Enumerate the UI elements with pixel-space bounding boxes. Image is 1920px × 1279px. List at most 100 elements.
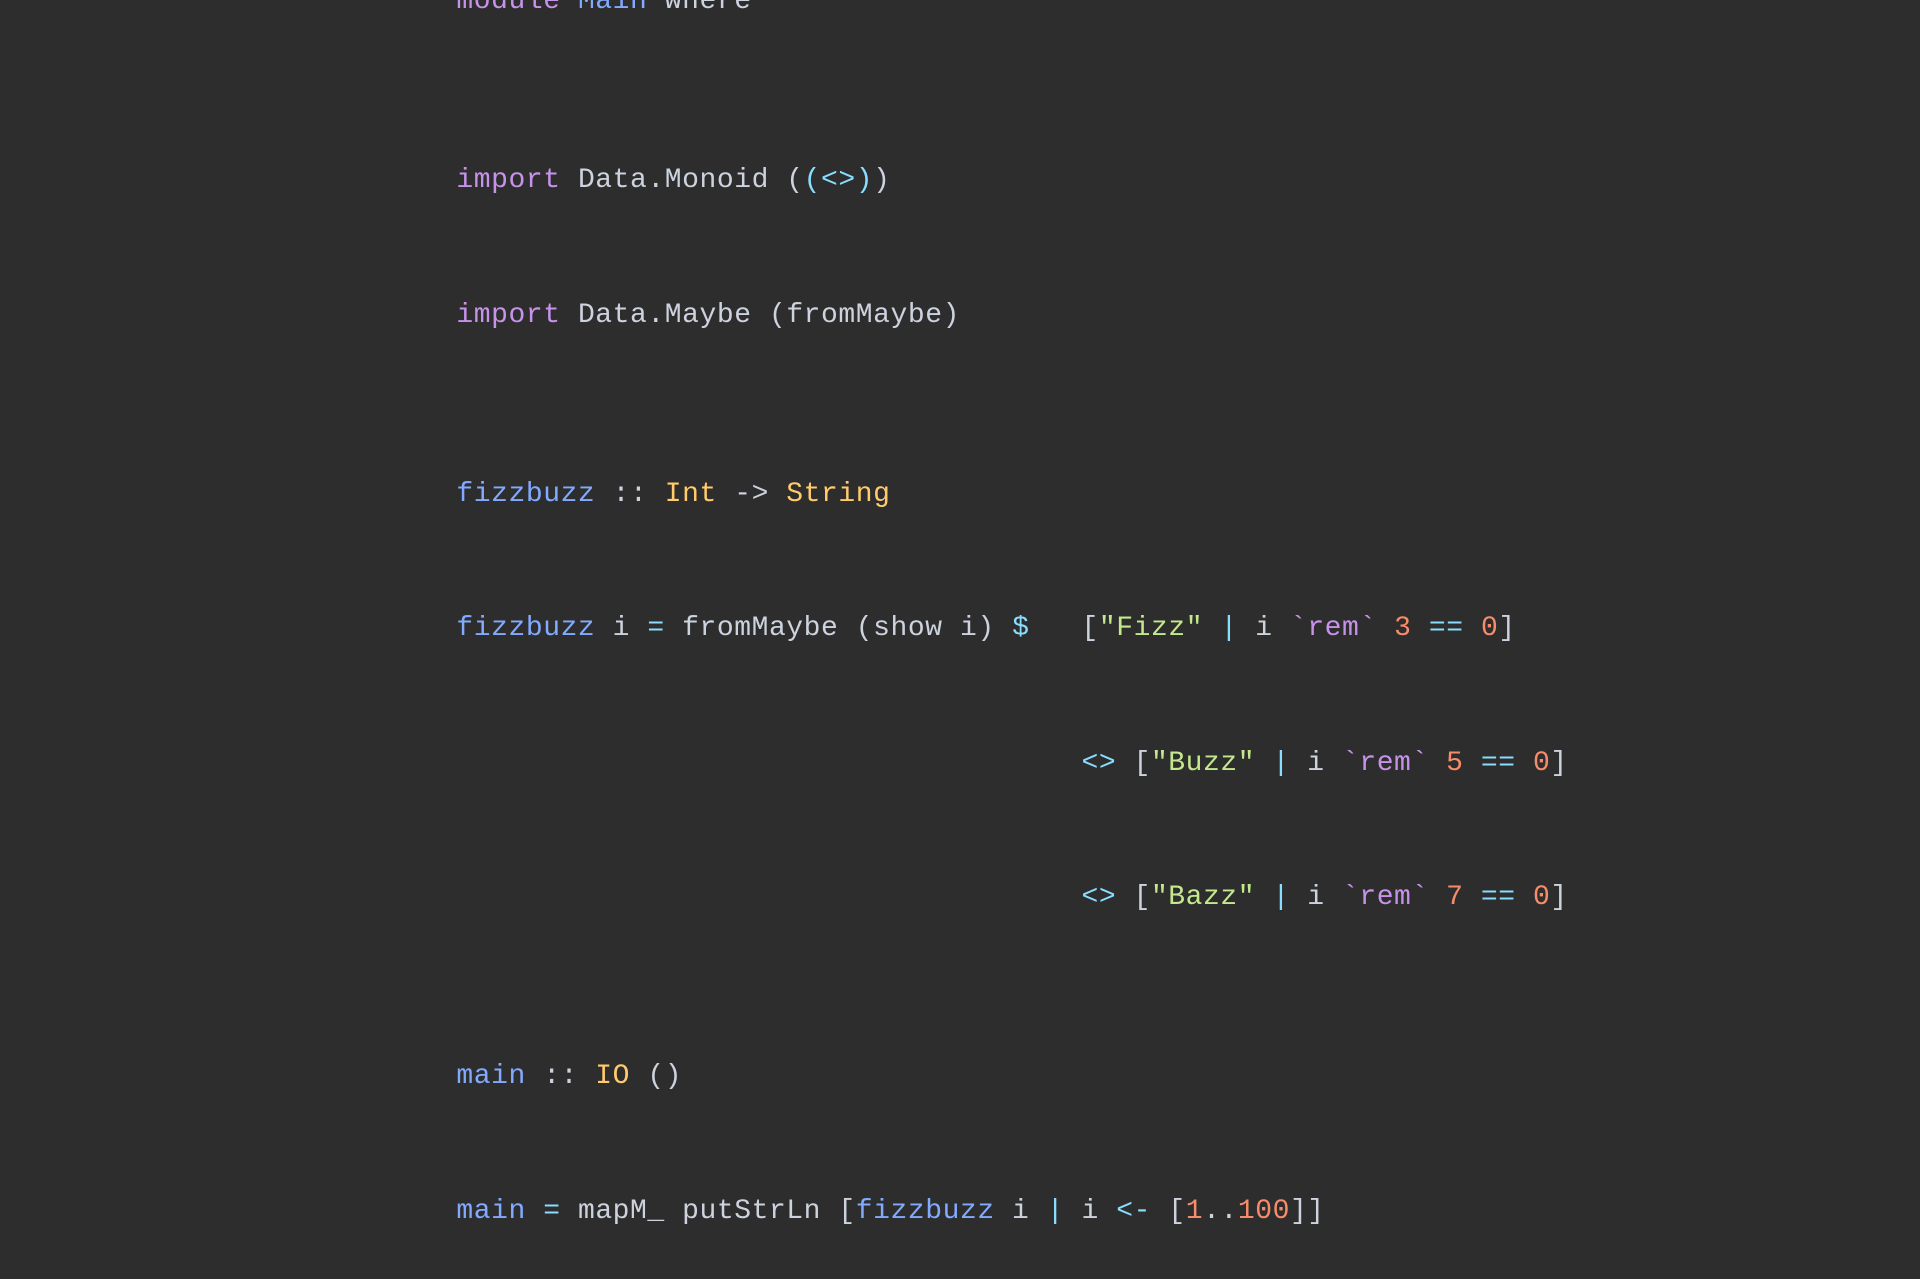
- def3-mappend: <>: [1081, 882, 1116, 913]
- def1-space7: [1464, 613, 1481, 644]
- def2-num0b: 0: [1533, 748, 1550, 779]
- import-paren-4: ): [943, 300, 960, 331]
- mdef-bracket1: [: [838, 1196, 855, 1227]
- sig-arrow: ->: [717, 479, 786, 510]
- def1-bracket2: ]: [1498, 613, 1515, 644]
- mdef-fizzbuzz: fizzbuzz: [856, 1196, 995, 1227]
- sig-funcname: fizzbuzz: [456, 479, 595, 510]
- where-text: where: [647, 0, 751, 17]
- def1-arg: i: [595, 613, 647, 644]
- def1-frommaybetext: fromMaybe: [665, 613, 856, 644]
- line-import1: import Data.Monoid ((<>)): [352, 114, 1568, 248]
- def2-num5: 5: [1446, 748, 1463, 779]
- def2-space4: [1429, 748, 1446, 779]
- def3-eqeq: ==: [1481, 882, 1516, 913]
- line-def3: <> ["Bazz" | i `rem` 7 == 0]: [352, 831, 1568, 965]
- line-def1: fizzbuzz i = fromMaybe (show i) $ ["Fizz…: [352, 562, 1568, 696]
- def2-space6: [1516, 748, 1533, 779]
- def1-eqeq: ==: [1429, 613, 1464, 644]
- mdef-space3: [1151, 1196, 1168, 1227]
- def1-space3: [1203, 613, 1220, 644]
- def2-bracket2: ]: [1550, 748, 1567, 779]
- empty-line-1: [352, 70, 1568, 115]
- code-block: {-# LANGUAGE MonadComprehensions #-} mod…: [352, 0, 1568, 1279]
- module-keyword: module: [456, 0, 578, 17]
- line-import2: import Data.Maybe (fromMaybe): [352, 249, 1568, 383]
- line-module: module Main where: [352, 0, 1568, 70]
- sig-type-int: Int: [665, 479, 717, 510]
- def3-num7: 7: [1446, 882, 1463, 913]
- import-keyword-1: import: [456, 165, 578, 196]
- def1-funcname: fizzbuzz: [456, 613, 595, 644]
- def1-rem: `rem`: [1290, 613, 1377, 644]
- mdef-i1: i: [995, 1196, 1047, 1227]
- import-keyword-2: import: [456, 300, 578, 331]
- def3-num0c: 0: [1533, 882, 1550, 913]
- def1-num3: 3: [1394, 613, 1411, 644]
- line-def2: <> ["Buzz" | i `rem` 5 == 0]: [352, 697, 1568, 831]
- def1-space1: [995, 613, 1012, 644]
- mdef-larrow: <-: [1116, 1196, 1151, 1227]
- def2-space5: [1464, 748, 1481, 779]
- def3-space4: [1429, 882, 1446, 913]
- def2-space3: i: [1290, 748, 1342, 779]
- msig-funcname: main: [456, 1061, 525, 1092]
- def1-dollar: $: [1012, 613, 1029, 644]
- def2-rem: `rem`: [1342, 748, 1429, 779]
- mdef-num100: 100: [1238, 1196, 1290, 1227]
- mdef-funcname: main: [456, 1196, 525, 1227]
- def3-indent: [456, 882, 1081, 913]
- mdef-pipe: |: [1047, 1196, 1064, 1227]
- def3-space6: [1516, 882, 1533, 913]
- def2-buzz: "Buzz": [1151, 748, 1255, 779]
- def2-mappend: <>: [1081, 748, 1116, 779]
- def3-bazz: "Bazz": [1151, 882, 1255, 913]
- import-paren-1: (: [786, 165, 803, 196]
- msig-colons: ::: [526, 1061, 595, 1092]
- mdef-eq: =: [543, 1196, 560, 1227]
- def1-paren1: (: [856, 613, 873, 644]
- def2-bracket1: [: [1134, 748, 1151, 779]
- def1-space6: [1412, 613, 1429, 644]
- def2-space1: [1116, 748, 1133, 779]
- mdef-num1: 1: [1186, 1196, 1203, 1227]
- def2-space2: [1255, 748, 1272, 779]
- def3-bracket2: ]: [1550, 882, 1567, 913]
- def2-eqeq: ==: [1481, 748, 1516, 779]
- def3-pipe: |: [1273, 882, 1290, 913]
- def1-pipe: |: [1220, 613, 1237, 644]
- sig-type-string: String: [786, 479, 890, 510]
- def3-rem: `rem`: [1342, 882, 1429, 913]
- import-module-2: Data.Maybe: [578, 300, 769, 331]
- mdef-bracket2: [: [1168, 1196, 1185, 1227]
- def3-space5: [1464, 882, 1481, 913]
- def1-bracket1: [: [1082, 613, 1099, 644]
- line-sig: fizzbuzz :: Int -> String: [352, 428, 1568, 562]
- def3-space1: [1116, 882, 1133, 913]
- msig-unit: (): [630, 1061, 682, 1092]
- def1-fizz: "Fizz": [1099, 613, 1203, 644]
- import-module-1: Data.Monoid: [578, 165, 786, 196]
- def1-num0a: 0: [1481, 613, 1498, 644]
- def1-space5: [1377, 613, 1394, 644]
- import-op-1: (<>): [804, 165, 873, 196]
- mdef-space2: i: [1064, 1196, 1116, 1227]
- sig-spacing: ::: [595, 479, 664, 510]
- def1-space2: [1029, 613, 1081, 644]
- empty-line-3: [352, 966, 1568, 1011]
- module-name: Main: [578, 0, 647, 17]
- msig-io: IO: [595, 1061, 630, 1092]
- import-paren-3: (: [769, 300, 786, 331]
- def3-space3: i: [1290, 882, 1342, 913]
- line-mdef: main = mapM_ putStrLn [fizzbuzz i | i <-…: [352, 1145, 1568, 1279]
- line-msig: main :: IO (): [352, 1010, 1568, 1144]
- def3-space2: [1255, 882, 1272, 913]
- mdef-mapm: mapM_ putStrLn: [561, 1196, 839, 1227]
- code-container: {-# LANGUAGE MonadComprehensions #-} mod…: [0, 0, 1920, 1080]
- def2-pipe: |: [1273, 748, 1290, 779]
- mdef-dotdot: ..: [1203, 1196, 1238, 1227]
- import-fn-2: fromMaybe: [786, 300, 942, 331]
- def1-eq: =: [647, 613, 664, 644]
- def1-show: show i: [873, 613, 977, 644]
- def3-bracket1: [: [1134, 882, 1151, 913]
